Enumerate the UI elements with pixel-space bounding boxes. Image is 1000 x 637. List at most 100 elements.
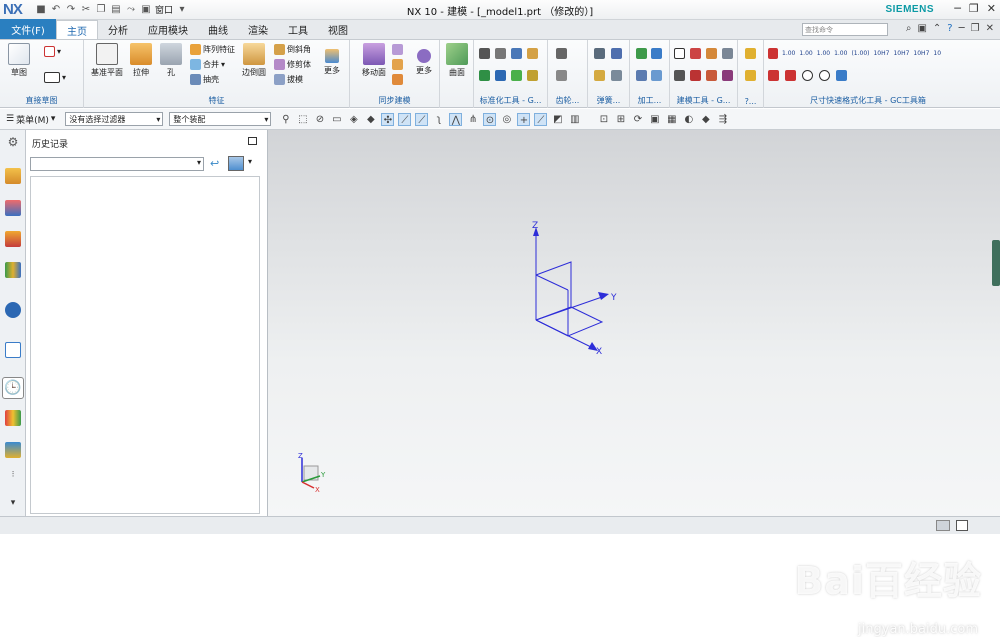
minimize-icon[interactable]: ─	[954, 2, 961, 15]
spline-icon[interactable]	[44, 46, 55, 57]
surface-button[interactable]: 曲面	[442, 43, 472, 78]
fit-view-icon[interactable]: ⊡	[597, 113, 610, 126]
machining-icon[interactable]	[636, 70, 647, 81]
tab-file[interactable]: 文件(F)	[0, 19, 56, 39]
dim-format-4[interactable]: 1.00	[834, 50, 847, 57]
sketch-button[interactable]: 草图	[4, 43, 34, 78]
help-icon[interactable]: ?	[947, 23, 952, 34]
edit-section-icon[interactable]: ⇶	[716, 113, 729, 126]
feature-more-button[interactable]: 更多	[318, 43, 346, 76]
tab-render[interactable]: 渲染	[238, 20, 278, 39]
system-materials-icon[interactable]	[5, 442, 21, 458]
ribbon-restore-icon[interactable]: ❐	[971, 23, 980, 34]
machining-icon[interactable]	[651, 48, 662, 59]
deselect-icon[interactable]: ⊘	[313, 113, 326, 126]
curve-icon[interactable]: ʅ	[432, 113, 445, 126]
draft-button[interactable]: 拔模	[274, 74, 303, 85]
unite-button[interactable]: 合并 ▾	[190, 59, 225, 70]
shaded-icon[interactable]: ◆	[364, 113, 377, 126]
snap-point-icon[interactable]: ✣	[381, 112, 395, 126]
constraint-navigator-icon[interactable]	[5, 200, 21, 216]
graphics-window[interactable]: Z Y X Z Y X Bai百经验 jingyan.baidu.com	[268, 130, 1000, 637]
point-on-curve-icon[interactable]: ⟋	[534, 112, 548, 126]
repeat-command-icon[interactable]: ⤳	[125, 4, 137, 16]
assembly-navigator-icon[interactable]	[5, 168, 21, 184]
cut-icon[interactable]: ✂	[80, 4, 92, 16]
zoom-icon[interactable]: ⊞	[614, 113, 627, 126]
history-icon[interactable]: 🕒	[2, 377, 24, 399]
rectangle-tool[interactable]: ▾	[44, 72, 66, 83]
datum-plane-button[interactable]: 基准平面	[90, 43, 124, 78]
chevron-down-icon[interactable]: ▾	[5, 498, 21, 514]
spring-icon[interactable]	[594, 48, 605, 59]
redo-icon[interactable]: ↷	[65, 4, 77, 16]
existing-point-icon[interactable]: +	[517, 112, 531, 126]
rectangle-select-icon[interactable]: ▭	[330, 113, 343, 126]
modeling-tool-icon[interactable]	[722, 70, 733, 81]
dimension-tool-icon[interactable]	[768, 70, 779, 81]
fullscreen-icon[interactable]	[956, 520, 968, 531]
intersection-icon[interactable]: ⋔	[466, 113, 479, 126]
modeling-tool-icon[interactable]	[674, 70, 685, 81]
chevron-down-icon[interactable]: ▾	[176, 4, 188, 16]
chevron-down-icon[interactable]: ▾	[248, 157, 252, 166]
dimension-tool-icon[interactable]	[785, 70, 796, 81]
modeling-tool-icon[interactable]	[706, 70, 717, 81]
history-filter-dropdown[interactable]	[30, 157, 204, 171]
chamfer-button[interactable]: 倒斜角	[274, 44, 311, 55]
std-tool-icon[interactable]	[527, 70, 538, 81]
spring-icon[interactable]	[611, 48, 622, 59]
save-icon[interactable]: ■	[35, 4, 47, 16]
more-tool-icon[interactable]	[745, 70, 756, 81]
roles-icon[interactable]	[5, 342, 21, 358]
std-tool-icon[interactable]	[495, 48, 506, 59]
rotate-icon[interactable]: ⟳	[631, 113, 644, 126]
gear-icon[interactable]	[556, 48, 567, 59]
std-tool-icon[interactable]	[479, 70, 490, 81]
gear-icon[interactable]	[556, 70, 567, 81]
sync-tool-3[interactable]	[392, 74, 403, 85]
sync-tool-1[interactable]	[392, 44, 403, 55]
move-face-button[interactable]: 移动面	[358, 43, 390, 78]
hole-button[interactable]: 孔	[156, 43, 186, 78]
selection-filter-dropdown[interactable]: 没有选择过滤器	[65, 112, 164, 126]
search-icon[interactable]: ⌕	[906, 23, 912, 34]
more-resources-icon[interactable]: ⁝	[5, 470, 21, 486]
sync-more-button[interactable]: 更多	[410, 43, 438, 76]
midpoint-icon[interactable]: ⟋	[415, 112, 429, 126]
modeling-tool-icon[interactable]	[706, 48, 717, 59]
modeling-tool-icon[interactable]	[722, 48, 733, 59]
web-browser-icon[interactable]	[5, 302, 21, 318]
settings-icon[interactable]: ⚙	[5, 135, 21, 151]
modeling-tool-icon[interactable]	[690, 70, 701, 81]
control-point-icon[interactable]: ⋀	[449, 112, 463, 126]
dim-format-6[interactable]: 10H7	[873, 50, 889, 57]
shell-button[interactable]: 抽壳	[190, 74, 219, 85]
arc-center-icon[interactable]: ⊙	[483, 112, 497, 126]
restore-icon[interactable]: ❐	[969, 2, 979, 15]
point-on-face-icon[interactable]: ◩	[551, 113, 564, 126]
spring-icon[interactable]	[611, 70, 622, 81]
line-endpoint-icon[interactable]: ⟋	[398, 112, 412, 126]
triangle-icon[interactable]	[674, 48, 685, 59]
close-icon[interactable]: ✕	[987, 2, 996, 15]
std-tool-icon[interactable]	[511, 48, 522, 59]
window-menu[interactable]: 窗口	[155, 3, 173, 16]
quadrant-icon[interactable]: ◎	[500, 113, 513, 126]
tab-analysis[interactable]: 分析	[98, 20, 138, 39]
more-tool-icon[interactable]	[745, 48, 756, 59]
dimension-tool-icon[interactable]	[836, 70, 847, 81]
part-navigator-icon[interactable]	[5, 231, 21, 247]
std-tool-icon[interactable]	[495, 70, 506, 81]
dim-format-9[interactable]: 10	[933, 50, 941, 57]
spring-icon[interactable]	[594, 70, 605, 81]
copy-icon[interactable]: ❐	[95, 4, 107, 16]
bounded-grid-icon[interactable]: ▥	[568, 113, 581, 126]
window-icon[interactable]: ▣	[140, 4, 152, 16]
ribbon-close-icon[interactable]: ✕	[986, 23, 994, 34]
rectangle-icon[interactable]	[44, 72, 60, 83]
std-tool-icon[interactable]	[527, 48, 538, 59]
ribbon-minimize-icon[interactable]: ─	[959, 23, 965, 34]
side-handle[interactable]	[992, 240, 1000, 286]
maximize-icon[interactable]	[248, 137, 257, 145]
